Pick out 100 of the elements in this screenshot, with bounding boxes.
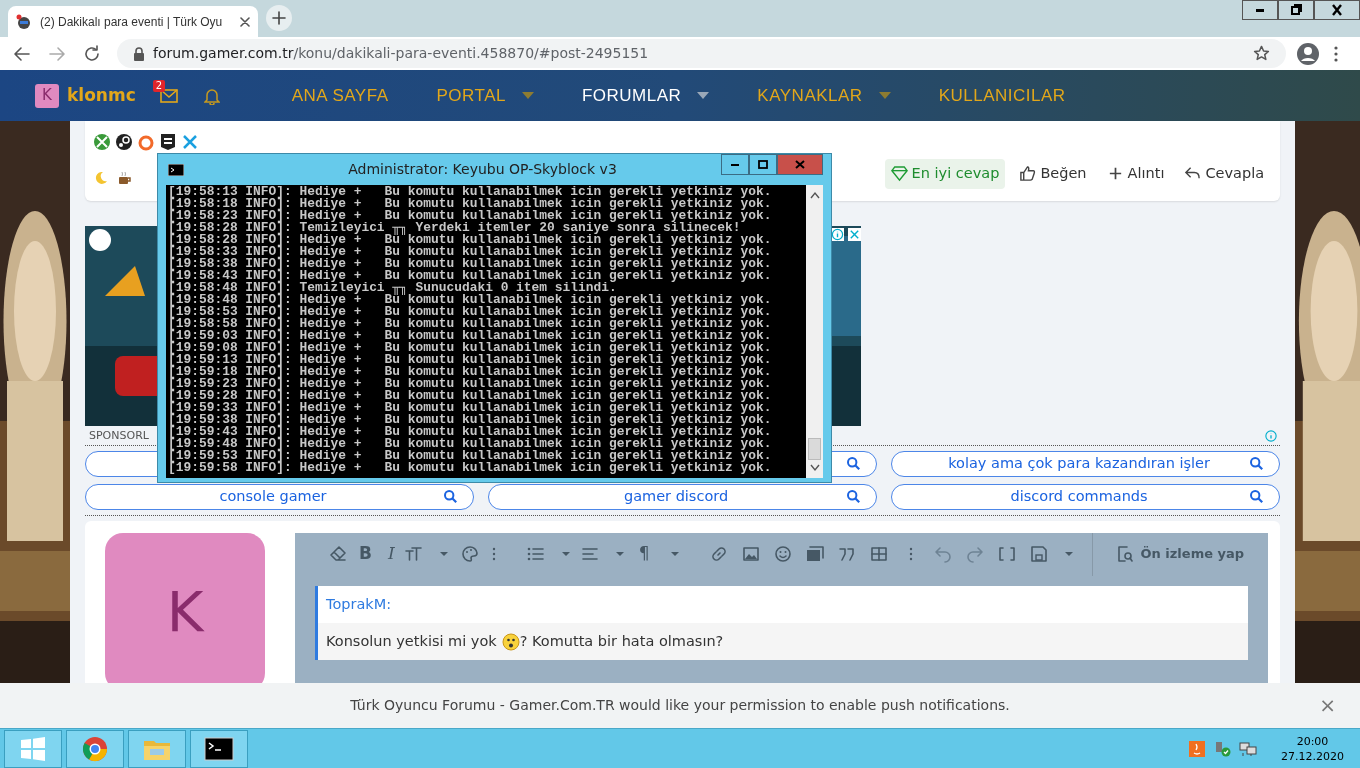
console-button[interactable] — [190, 729, 248, 768]
smiley-icon[interactable] — [773, 545, 792, 563]
close-icon[interactable] — [240, 16, 250, 27]
minimize-button[interactable] — [721, 154, 749, 175]
caret-icon[interactable] — [878, 92, 891, 99]
console-line: [19:59:43 INFO]: Hediye + Bu komutu kullanabilmek icin gerekli yetkiniz yok. — [168, 426, 773, 438]
nav-link[interactable]: ANA SAYFA — [291, 82, 389, 109]
close-button[interactable] — [1314, 0, 1360, 20]
console-line: [19:59:53 INFO]: Hediye + Bu komutu kullanabilmek icin gerekli yetkiniz yok. — [168, 450, 773, 462]
minimize-button[interactable] — [1242, 0, 1278, 20]
cup-icon — [117, 169, 133, 186]
align-icon[interactable] — [580, 545, 599, 563]
search-link[interactable]: console gamer — [85, 483, 475, 510]
close-icon — [1329, 2, 1345, 18]
text-size-icon[interactable] — [404, 545, 423, 563]
console-line: [19:58:48 INFO]: Hediye + Bu komutu kullanabilmek icin gerekli yetkiniz yok. — [168, 294, 773, 306]
profile-icon[interactable] — [1296, 41, 1320, 66]
console-line: [19:59:13 INFO]: Hediye + Bu komutu kullanabilmek icin gerekli yetkiniz yok. — [168, 354, 773, 366]
console-line: [19:58:28 INFO]: Hediye + Bu komutu kullanabilmek icin gerekli yetkiniz yok. — [168, 234, 773, 246]
nav-link[interactable]: FORUMLAR — [581, 82, 682, 109]
quote-icon[interactable] — [837, 545, 856, 563]
scroll-up-icon[interactable] — [809, 191, 820, 199]
start-button[interactable] — [4, 729, 62, 768]
console-line: [19:59:33 INFO]: Hediye + Bu komutu kullanabilmek icin gerekli yetkiniz yok. — [168, 402, 773, 414]
info-icon[interactable] — [1265, 430, 1278, 443]
maximize-button[interactable] — [749, 154, 777, 175]
image-icon[interactable] — [741, 545, 760, 563]
undo-icon[interactable] — [933, 545, 952, 563]
console-icon — [204, 734, 234, 763]
console-line: [19:58:23 INFO]: Hediye + Bu komutu kullanabilmek icin gerekli yetkiniz yok. — [168, 210, 773, 222]
nav-link[interactable]: PORTAL — [436, 82, 506, 109]
usb-icon — [1213, 740, 1231, 757]
nav-link[interactable]: KAYNAKLAR — [757, 82, 863, 109]
forward-icon — [48, 44, 66, 63]
search-link[interactable]: kolay ama çok para kazandıran işler — [891, 450, 1281, 477]
cross-icon — [181, 133, 199, 151]
chrome-button[interactable] — [66, 729, 124, 768]
chrome-icon — [80, 734, 110, 763]
star-icon[interactable] — [1253, 45, 1270, 62]
search-link[interactable]: discord commands — [891, 483, 1281, 510]
browser-tab[interactable]: (2) Dakikalı para eventi | Türk Oyu — [8, 6, 258, 37]
redo-icon[interactable] — [965, 545, 984, 563]
console-line: [19:59:48 INFO]: Hediye + Bu komutu kullanabilmek icin gerekli yetkiniz yok. — [168, 438, 773, 450]
console-line: [19:58:43 INFO]: Hediye + Bu komutu kullanabilmek icin gerekli yetkiniz yok. — [168, 270, 773, 282]
username[interactable]: klonmc — [67, 82, 136, 109]
user-avatar[interactable]: K — [35, 83, 59, 108]
notification-text: Türk Oyuncu Forumu - Gamer.Com.TR would like your permission to enable push notifications. — [350, 696, 1010, 715]
quote-text: Konsolun yetkisi mi yok — [326, 631, 497, 651]
clock-date[interactable]: 27.12.2020 — [1281, 748, 1344, 764]
reload-icon[interactable] — [83, 44, 101, 63]
address-bar[interactable]: forum.gamer.com.tr/konu/dakikali-para-eventi.458870/#post-2495151 — [117, 39, 1286, 68]
italic-button[interactable]: I — [383, 541, 399, 567]
caret-icon[interactable] — [521, 92, 534, 99]
bell-icon[interactable] — [203, 86, 220, 105]
save-icon[interactable] — [1029, 545, 1048, 563]
moon-icon — [93, 169, 109, 186]
console-line: [19:59:03 INFO]: Hediye + Bu komutu kullanabilmek icin gerekli yetkiniz yok. — [168, 330, 773, 342]
media-icon[interactable] — [805, 545, 824, 563]
console-line: [19:59:18 INFO]: Hediye + Bu komutu kullanabilmek icin gerekli yetkiniz yok. — [168, 366, 773, 378]
console-line: [19:59:28 INFO]: Hediye + Bu komutu kullanabilmek icin gerekli yetkiniz yok. — [168, 390, 773, 402]
console-line: [19:58:13 INFO]: Hediye + Bu komutu kullanabilmek icin gerekli yetkiniz yok. — [168, 186, 773, 198]
quote-author[interactable]: ToprakM: — [318, 585, 1249, 624]
list-icon[interactable] — [526, 545, 545, 563]
steam-icon — [115, 133, 133, 151]
new-tab-button[interactable] — [266, 5, 292, 31]
restore-button[interactable] — [1278, 0, 1314, 20]
menu-icon[interactable] — [1334, 45, 1338, 62]
nav-link[interactable]: KULLANICILAR — [938, 82, 1066, 109]
window-title: Administrator: Keyubu OP-Skyblock v3 — [347, 160, 618, 179]
restore-icon — [1288, 2, 1304, 18]
fullscreen-icon[interactable] — [997, 545, 1016, 563]
reply-button[interactable]: Cevapla — [1178, 159, 1271, 189]
paragraph-button[interactable]: ¶ — [634, 541, 654, 567]
best-answer-button[interactable]: En iyi cevap — [884, 159, 1006, 189]
plus-icon — [272, 11, 286, 25]
table-icon[interactable] — [869, 545, 888, 563]
close-icon — [795, 160, 805, 169]
console-line: [19:58:58 INFO]: Hediye + Bu komutu kullanabilmek icin gerekli yetkiniz yok. — [168, 318, 773, 330]
console-line: [19:59:58 INFO]: Hediye + Bu komutu kullanabilmek icin gerekli yetkiniz yok. — [168, 462, 773, 474]
caret-icon[interactable] — [697, 92, 710, 99]
quote-button[interactable]: Alıntı — [1100, 159, 1171, 189]
url-text: forum.gamer.com.tr/konu/dakikali-para-eventi.458870/#post-2495151 — [153, 44, 650, 63]
mail-icon[interactable] — [159, 88, 178, 103]
scroll-down-icon[interactable] — [809, 464, 820, 472]
link-icon[interactable] — [709, 545, 728, 563]
palette-icon[interactable] — [460, 545, 479, 563]
clock-time[interactable]: 20:00 — [1281, 733, 1344, 749]
user-avatar[interactable]: K — [105, 532, 265, 683]
network-icon — [1239, 740, 1257, 757]
search-link[interactable]: gamer discord — [488, 483, 878, 510]
scroll-thumb[interactable] — [808, 438, 821, 460]
console-line: [19:59:38 INFO]: Hediye + Bu komutu kullanabilmek icin gerekli yetkiniz yok. — [168, 414, 773, 426]
scrollbar[interactable] — [806, 185, 823, 478]
close-button[interactable]: × — [1313, 689, 1342, 721]
thumbs-up-icon — [1019, 165, 1037, 183]
back-icon[interactable] — [13, 44, 31, 63]
bold-button[interactable]: B — [355, 541, 376, 567]
console-line: [19:58:53 INFO]: Hediye + Bu komutu kullanabilmek icin gerekli yetkiniz yok. — [168, 306, 773, 318]
like-button[interactable]: Beğen — [1013, 159, 1093, 189]
eraser-icon[interactable] — [329, 545, 347, 563]
